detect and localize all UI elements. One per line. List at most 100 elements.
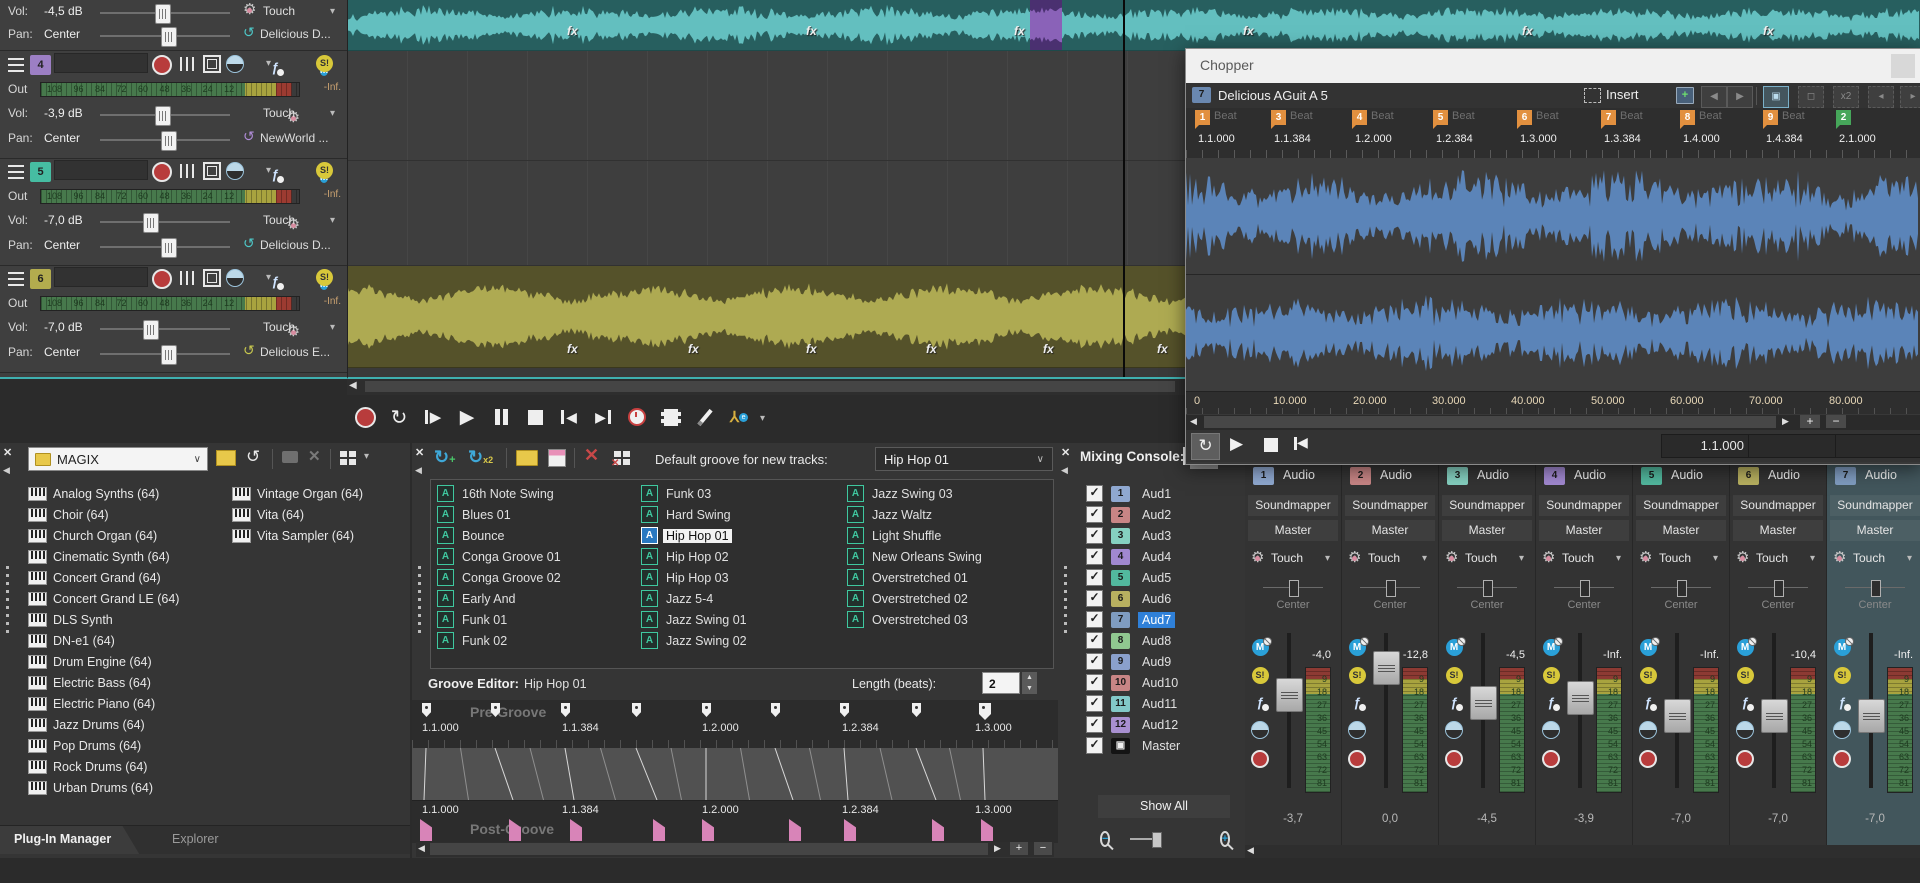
- region-x2-icon[interactable]: x2: [1833, 86, 1859, 108]
- pan-slider-thumb[interactable]: [1580, 580, 1590, 597]
- close-icon[interactable]: ✕: [1061, 446, 1070, 459]
- channel-strip[interactable]: 5 Audio Soundmapper Master Touch Center: [1633, 443, 1730, 845]
- plugin-item[interactable]: Vita (64): [232, 504, 407, 525]
- collapse-icon[interactable]: ◀: [415, 465, 422, 476]
- track-name[interactable]: Aud1: [1138, 486, 1175, 502]
- channel-strip[interactable]: 4 Audio Soundmapper Master Touch Center: [1536, 443, 1633, 845]
- track-name[interactable]: Aud2: [1138, 507, 1175, 523]
- output-bus-button[interactable]: Master: [1539, 520, 1629, 541]
- track-checkbox[interactable]: [1086, 737, 1103, 754]
- scroll-left-icon[interactable]: ◀: [418, 843, 425, 854]
- collapse-icon[interactable]: ◀: [1061, 465, 1068, 476]
- output-device-button[interactable]: Soundmapper: [1830, 495, 1920, 516]
- track-name[interactable]: Master: [1138, 738, 1184, 754]
- clone-groove-icon[interactable]: ↻x2: [468, 447, 493, 468]
- view-mode-icon[interactable]: [340, 451, 356, 465]
- playhead[interactable]: [1123, 0, 1125, 377]
- mixer-track-row[interactable]: 11 Aud11: [1086, 693, 1236, 714]
- show-all-button[interactable]: Show All: [1098, 795, 1230, 818]
- channel-strip[interactable]: 1 Audio Soundmapper Master Touch Center: [1245, 443, 1342, 845]
- next-region-icon[interactable]: ▶: [1727, 86, 1753, 108]
- mute-icon[interactable]: M: [1736, 637, 1757, 656]
- clip-fx-icon[interactable]: fx: [926, 342, 937, 356]
- zoom-in-icon[interactable]: +: [1010, 842, 1028, 855]
- freeze-arrow-icon[interactable]: ↺: [243, 24, 255, 41]
- groove-item[interactable]: A Jazz Swing 03: [847, 483, 1047, 504]
- plugin-item[interactable]: Cinematic Synth (64): [28, 546, 228, 567]
- plugin-item[interactable]: Electric Bass (64): [28, 672, 228, 693]
- fx-icon[interactable]: ƒ: [1644, 695, 1658, 711]
- groove-item[interactable]: A Jazz 5-4: [641, 588, 841, 609]
- track-checkbox[interactable]: [1086, 695, 1103, 712]
- pre-groove-marker[interactable]: [771, 703, 780, 717]
- audio-clip-teal[interactable]: fx fx fx fx fx fx: [347, 0, 1920, 51]
- selection-start-display[interactable]: [1748, 434, 1840, 458]
- groove-item[interactable]: A Jazz Swing 02: [641, 630, 841, 651]
- fx-chevron-icon[interactable]: [266, 269, 271, 283]
- track-name[interactable]: Aud9: [1138, 654, 1175, 670]
- track-minimize-icon[interactable]: [8, 272, 24, 286]
- freeze-arrow-icon[interactable]: ↺: [243, 342, 255, 359]
- pan-slider-thumb[interactable]: [1774, 580, 1784, 597]
- tab-plugin-manager[interactable]: Plug-In Manager: [0, 826, 140, 854]
- plugin-item[interactable]: Drum Engine (64): [28, 651, 228, 672]
- groove-item[interactable]: A Hip Hop 03: [641, 567, 841, 588]
- automation-mode[interactable]: Touch: [263, 320, 295, 334]
- channel-strip[interactable]: 2 Audio Soundmapper Master Touch Center: [1342, 443, 1439, 845]
- track-minimize-icon[interactable]: [8, 165, 24, 179]
- insert-icon[interactable]: [1584, 88, 1601, 103]
- chopper-waveform-area[interactable]: [1186, 158, 1920, 391]
- zoom-in-icon[interactable]: +: [1800, 415, 1820, 428]
- plugin-item[interactable]: Rock Drums (64): [28, 756, 228, 777]
- groove-item[interactable]: A Overstretched 02: [847, 588, 1047, 609]
- groove-item[interactable]: A Light Shuffle: [847, 525, 1047, 546]
- arm-record-icon[interactable]: [1445, 750, 1463, 768]
- vol-slider[interactable]: [100, 106, 230, 126]
- vol-slider-thumb[interactable]: [154, 106, 171, 126]
- track-checkbox[interactable]: [1086, 485, 1103, 502]
- stop-button[interactable]: [1264, 438, 1278, 452]
- automation-settings-icon[interactable]: [180, 164, 196, 178]
- output-bus-button[interactable]: Master: [1345, 520, 1435, 541]
- play-button[interactable]: ▶: [1230, 434, 1243, 454]
- open-groove-button[interactable]: [516, 450, 538, 466]
- phase-icon[interactable]: [1348, 721, 1366, 739]
- groove-item[interactable]: A Funk 02: [437, 630, 637, 651]
- vol-value[interactable]: -3,9 dB: [44, 106, 83, 120]
- output-device[interactable]: NewWorld ...: [260, 131, 328, 145]
- groove-item[interactable]: A Hip Hop 02: [641, 546, 841, 567]
- pan-slider-thumb[interactable]: [1289, 580, 1299, 597]
- freeze-arrow-icon[interactable]: ↺: [243, 128, 255, 145]
- tab-explorer[interactable]: Explorer: [152, 826, 239, 854]
- mute-icon[interactable]: M: [1251, 637, 1272, 656]
- position-display[interactable]: 1.1.000: [1661, 434, 1753, 458]
- track-name[interactable]: Aud12: [1138, 717, 1182, 733]
- go-to-start-button[interactable]: ◀: [1294, 434, 1308, 451]
- output-bus-button[interactable]: Master: [1830, 520, 1920, 541]
- post-groove-marker[interactable]: [844, 819, 856, 841]
- solo-icon[interactable]: S!: [316, 162, 333, 179]
- output-device-button[interactable]: Soundmapper: [1442, 495, 1532, 516]
- record-button[interactable]: [352, 405, 378, 429]
- pre-groove-area[interactable]: Pre-Groove 1.1.000 1.1.384 1.2.000 1.2.384 1…: [412, 700, 1058, 748]
- draw-tool-button[interactable]: [692, 405, 718, 429]
- chevron-down-icon[interactable]: [330, 105, 335, 119]
- phase-icon[interactable]: [1639, 721, 1657, 739]
- track-checkbox[interactable]: [1086, 548, 1103, 565]
- default-groove-combo[interactable]: Hip Hop 01 ∨: [875, 447, 1053, 471]
- region-right-icon[interactable]: ▸: [1900, 86, 1920, 108]
- vol-slider-thumb[interactable]: [154, 4, 171, 24]
- plugin-item[interactable]: DLS Synth: [28, 609, 228, 630]
- automation-mode-select[interactable]: Touch: [1831, 549, 1919, 569]
- region-icon[interactable]: [203, 162, 221, 180]
- selection-end-display[interactable]: [1835, 434, 1920, 458]
- track-name[interactable]: Aud6: [1138, 591, 1175, 607]
- view-chevron-icon[interactable]: [364, 448, 369, 462]
- channel-strip[interactable]: 7 Audio Soundmapper Master Touch Center: [1827, 443, 1920, 845]
- mute-icon[interactable]: M: [1542, 637, 1563, 656]
- region-tool-icon[interactable]: ◻: [1798, 86, 1824, 108]
- solo-icon[interactable]: S!: [316, 55, 333, 72]
- new-folder-button[interactable]: [216, 450, 236, 466]
- prev-region-icon[interactable]: ◀: [1701, 86, 1727, 108]
- post-groove-area[interactable]: 1.1.0001.1.3841.2.0001.2.3841.3.000 Post…: [412, 800, 1058, 843]
